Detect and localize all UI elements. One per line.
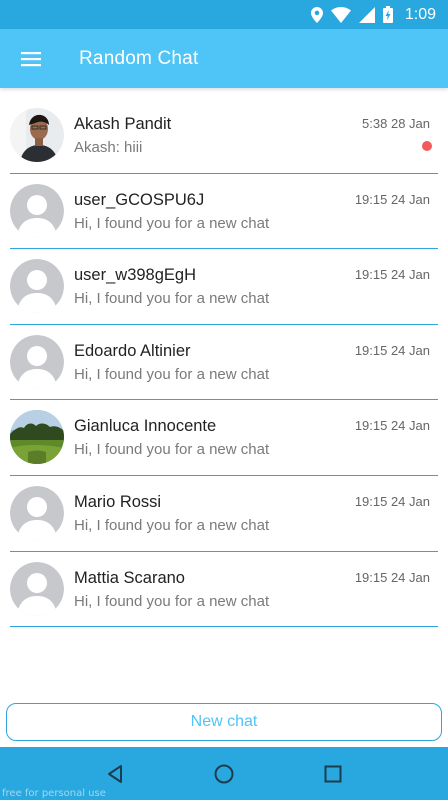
chat-time: 19:15 24 Jan — [354, 569, 430, 585]
watermark-text: free for personal use — [2, 788, 106, 799]
chat-row[interactable]: Mario Rossi Hi, I found you for a new ch… — [10, 476, 438, 552]
chat-preview: Akash: hiii — [74, 139, 143, 156]
chat-name: user_GCOSPU6J — [74, 190, 205, 209]
chat-preview: Hi, I found you for a new chat — [74, 290, 270, 308]
chat-name: Gianluca Innocente — [74, 417, 217, 436]
default-avatar-icon — [10, 183, 64, 238]
status-time: 1:09 — [404, 5, 436, 23]
chat-preview: Hi, I found you for a new chat — [74, 516, 270, 534]
chat-row[interactable]: Gianluca Innocente Hi, I found you for a… — [10, 400, 438, 476]
avatar-photo-landscape — [10, 410, 64, 465]
chat-row[interactable]: Edoardo Altinier Hi, I found you for a n… — [10, 325, 438, 401]
unread-indicator — [422, 141, 432, 151]
chat-preview: Hi, I found you for a new chat — [74, 214, 270, 232]
signal-icon — [358, 6, 375, 23]
chat-row[interactable]: Mattia Scarano Hi, I found you for a new… — [10, 552, 438, 628]
chat-name: Edoardo Altinier — [74, 341, 191, 360]
wifi-icon — [330, 6, 351, 23]
default-avatar-icon — [10, 334, 64, 389]
chat-time: 19:15 24 Jan — [354, 418, 430, 434]
hamburger-menu-icon[interactable] — [0, 29, 62, 88]
default-avatar-icon — [10, 561, 64, 616]
chat-name: Mattia Scarano — [74, 568, 185, 587]
chat-time: 19:15 24 Jan — [354, 493, 430, 509]
recents-icon[interactable] — [303, 747, 363, 800]
chat-preview: Hi, I found you for a new chat — [74, 592, 270, 610]
navigation-bar: free for personal use — [0, 747, 448, 800]
chat-preview: Hi, I found you for a new chat — [74, 365, 270, 383]
home-icon[interactable] — [194, 747, 254, 800]
chat-name: Akash Pandit — [74, 115, 172, 133]
chat-row[interactable]: user_GCOSPU6J Hi, I found you for a new … — [10, 174, 438, 250]
chat-time: 19:15 24 Jan — [354, 191, 430, 207]
chat-time: 19:15 24 Jan — [354, 267, 430, 283]
chat-time: 19:15 24 Jan — [354, 342, 430, 358]
location-icon — [310, 6, 323, 23]
chat-name: user_w398gEgH — [74, 266, 196, 285]
status-bar: 1:09 — [0, 0, 448, 29]
default-avatar-icon — [10, 259, 64, 314]
avatar-photo-person — [10, 108, 64, 162]
app-title: Random Chat — [79, 47, 199, 69]
battery-charging-icon — [382, 6, 393, 23]
chat-name: Mario Rossi — [74, 492, 162, 511]
app-bar: Random Chat — [0, 29, 448, 88]
new-chat-button[interactable]: New chat — [6, 703, 442, 741]
chat-row[interactable]: Akash Pandit Akash: hiii 5:38 28 Jan — [10, 98, 438, 174]
default-avatar-icon — [10, 485, 64, 540]
chat-preview: Hi, I found you for a new chat — [74, 441, 270, 459]
chat-row[interactable]: user_w398gEgH Hi, I found you for a new … — [10, 249, 438, 325]
chat-time: 5:38 28 Jan — [362, 116, 430, 131]
chat-list: Akash Pandit Akash: hiii 5:38 28 Jan use… — [0, 88, 448, 628]
